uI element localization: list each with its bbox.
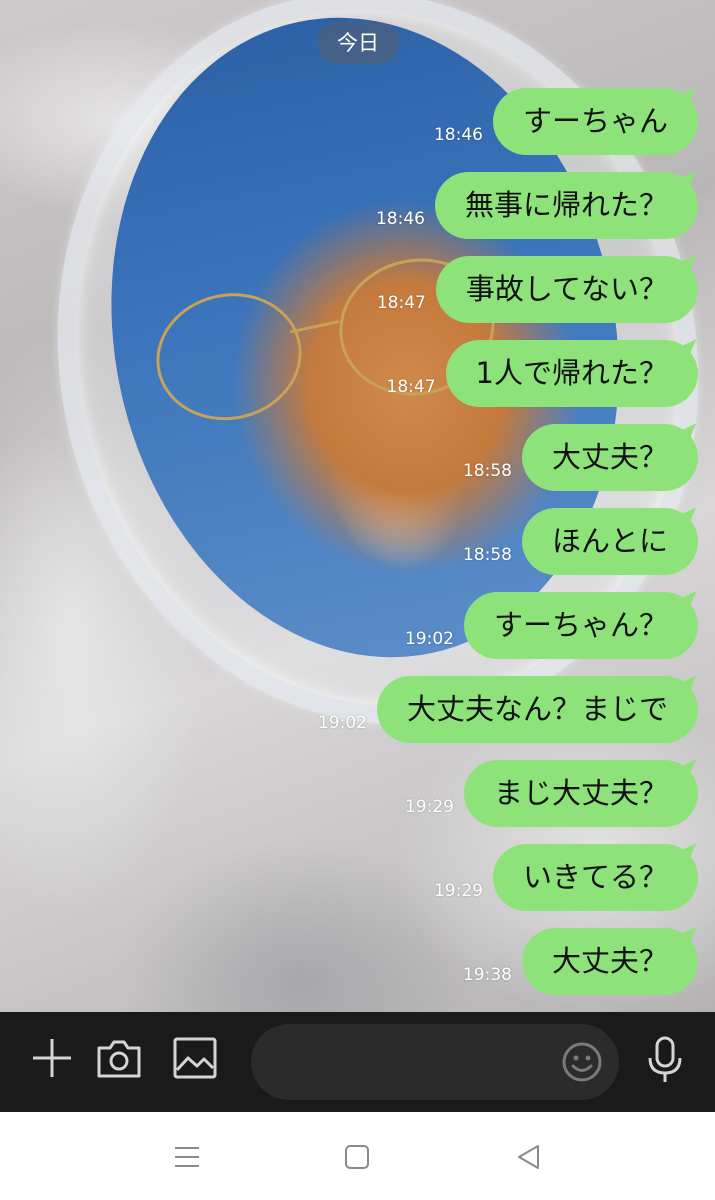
message-row: 18:58 大丈夫？ xyxy=(463,424,698,491)
home-icon[interactable] xyxy=(343,1143,371,1171)
message-bubble[interactable]: まじ大丈夫？ xyxy=(463,760,698,827)
message-row: 18:47 事故してない？ xyxy=(377,256,698,323)
message-bubble[interactable]: 無事に帰れた？ xyxy=(434,172,698,239)
message-time: 18:46 xyxy=(433,125,483,145)
message-bubble[interactable]: 大丈夫なん？まじで xyxy=(376,676,698,743)
message-bubble[interactable]: いきてる？ xyxy=(492,844,698,911)
message-time: 18:47 xyxy=(386,377,436,397)
message-bubble[interactable]: 大丈夫？ xyxy=(521,424,698,491)
message-time: 18:47 xyxy=(376,293,426,313)
camera-icon[interactable] xyxy=(95,1034,143,1082)
message-bubble[interactable]: ほんとに xyxy=(521,508,698,575)
plus-icon[interactable] xyxy=(28,1034,76,1082)
message-row: 19:29 いきてる？ xyxy=(434,844,698,911)
message-time: 19:29 xyxy=(404,797,454,817)
message-time: 19:02 xyxy=(317,713,367,733)
message-row: 18:46 すーちゃん xyxy=(434,88,698,155)
message-row: 19:02 すーちゃん？ xyxy=(405,592,698,659)
message-time: 19:38 xyxy=(462,965,512,985)
back-icon[interactable] xyxy=(514,1142,544,1172)
wallpaper-glasses-left xyxy=(144,279,314,434)
emoji-icon[interactable] xyxy=(558,1038,606,1086)
message-bubble[interactable]: 大丈夫？ xyxy=(521,928,698,995)
microphone-icon[interactable] xyxy=(641,1034,689,1086)
image-icon[interactable] xyxy=(171,1034,219,1082)
message-time: 18:58 xyxy=(462,545,512,565)
message-bubble[interactable]: すーちゃん？ xyxy=(463,592,698,659)
message-bubble[interactable]: 事故してない？ xyxy=(435,256,698,323)
message-row: 18:47 1人で帰れた？ xyxy=(387,340,698,407)
message-time: 19:29 xyxy=(433,881,483,901)
message-row: 19:29 まじ大丈夫？ xyxy=(405,760,698,827)
menu-icon[interactable] xyxy=(172,1142,202,1172)
message-time: 18:58 xyxy=(462,461,512,481)
message-row: 18:58 ほんとに xyxy=(463,508,698,575)
message-row: 19:02 大丈夫なん？まじで xyxy=(318,676,698,743)
date-separator: 今日 xyxy=(317,22,399,64)
chat-area[interactable]: 今日 18:46 すーちゃん 18:46 無事に帰れた？ 18:47 事故してな… xyxy=(0,0,715,1012)
wallpaper-glasses-bridge xyxy=(289,320,340,334)
message-bubble[interactable]: すーちゃん xyxy=(492,88,698,155)
message-row: 18:46 無事に帰れた？ xyxy=(376,172,698,239)
message-row: 19:38 大丈夫？ xyxy=(463,928,698,995)
message-time: 19:02 xyxy=(404,629,454,649)
message-bubble[interactable]: 1人で帰れた？ xyxy=(445,340,698,407)
message-time: 18:46 xyxy=(375,209,425,229)
